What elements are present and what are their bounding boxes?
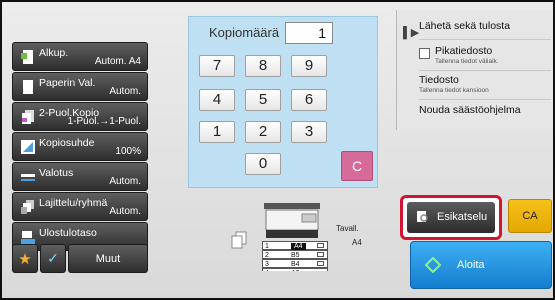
printer-icon [264, 203, 320, 238]
sidebar-item-label: Nouda säästöohjelma [419, 104, 521, 116]
sidebar-item-quick-file[interactable]: Pikatiedosto Tallenna tiedot väliaik. [419, 45, 551, 71]
sort-group-button[interactable]: Lajittelu/ryhmä Autom. [12, 192, 148, 221]
copy-ratio-icon [21, 140, 35, 154]
clear-key[interactable]: C [341, 151, 373, 181]
key-6[interactable]: 6 [291, 89, 327, 111]
tray-number: 4 [265, 270, 269, 271]
checkmark-icon[interactable]: ✓ [40, 244, 66, 273]
tray-number: 2 [265, 252, 269, 259]
duplex-copy-icon [22, 110, 34, 124]
copy-count-label: Kopiomäärä [209, 25, 280, 40]
copy-ratio-button[interactable]: Kopiosuhde 100% [12, 132, 148, 161]
tray-number: 3 [265, 261, 269, 268]
start-label: Aloita [457, 259, 485, 271]
tray-indicator [317, 252, 324, 257]
sidebar-item-label: Pikatiedosto [435, 45, 493, 57]
preview-highlight: Esikatselu [400, 195, 502, 240]
action-sidebar: ▌▶ Lähetä sekä tulosta Pikatiedosto Tall… [396, 10, 553, 130]
key-8[interactable]: 8 [245, 55, 281, 77]
tray-size: A4 [291, 243, 306, 250]
function-panel: Alkup. Autom. A4 Paperin Val. Autom. 2-P… [12, 42, 148, 252]
key-1[interactable]: 1 [199, 121, 235, 143]
quick-file-checkbox[interactable] [419, 48, 430, 59]
output-tray-label: Tavall. [336, 224, 359, 233]
function-name: Alkup. [39, 47, 69, 59]
original-button[interactable]: Alkup. Autom. A4 [12, 42, 148, 71]
function-name: Lajittelu/ryhmä [39, 197, 108, 209]
key-2[interactable]: 2 [245, 121, 281, 143]
tray-row[interactable]: 2 B5 [262, 250, 328, 259]
function-name: Ulostulotaso [39, 227, 97, 239]
tray-size: B5 [291, 252, 300, 259]
start-button[interactable]: Aloita [410, 241, 552, 289]
sort-group-icon [21, 200, 34, 214]
preview-icon [417, 211, 428, 222]
function-value: Autom. [109, 86, 141, 97]
sidebar-item-send-and-print[interactable]: Lähetä sekä tulosta [419, 20, 551, 40]
preview-button[interactable]: Esikatselu [407, 202, 495, 233]
start-icon [425, 257, 441, 273]
tray-indicator [317, 261, 324, 266]
sidebar-collapse-icon[interactable]: ▌▶ [403, 26, 419, 39]
key-9[interactable]: 9 [291, 55, 327, 77]
function-value: 100% [115, 146, 141, 157]
function-name: Paperin Val. [39, 77, 96, 89]
original-document-icon [21, 50, 33, 64]
bottom-bar: ★ ✓ Muut [12, 244, 148, 273]
favorite-star-icon[interactable]: ★ [12, 244, 38, 273]
tray-indicator [317, 243, 324, 248]
original-stack-icon [231, 231, 247, 249]
function-value: Autom. A4 [94, 56, 141, 67]
tray-size: B4 [291, 261, 300, 268]
key-5[interactable]: 5 [245, 89, 281, 111]
paper-select-button[interactable]: Paperin Val. Autom. [12, 72, 148, 101]
output-tray-icon [21, 231, 35, 244]
copy-count-field[interactable]: 1 [285, 22, 333, 44]
tray-size: A3 [291, 270, 300, 271]
sidebar-item-label: Tiedosto [419, 74, 459, 86]
sidebar-item-file[interactable]: Tiedosto Tallenna tiedot kansioon [419, 74, 551, 100]
tray-row[interactable]: 4 A3 [262, 268, 328, 271]
function-value: 1-Puol.→1-Puol. [67, 116, 141, 127]
key-3[interactable]: 3 [291, 121, 327, 143]
duplex-copy-button[interactable]: 2-Puol.Kopio 1-Puol.→1-Puol. [12, 102, 148, 131]
key-7[interactable]: 7 [199, 55, 235, 77]
preview-label: Esikatselu [437, 211, 488, 223]
function-value: Autom. [109, 176, 141, 187]
copy-screen: Alkup. Autom. A4 Paperin Val. Autom. 2-P… [0, 0, 555, 300]
function-name: Kopiosuhde [39, 137, 95, 149]
clear-all-button[interactable]: CA [508, 199, 552, 233]
key-0[interactable]: 0 [245, 153, 281, 175]
sidebar-item-sublabel: Tallenna tiedot kansioon [419, 87, 489, 94]
function-name: Valotus [39, 167, 74, 179]
copy-count-keypad: Kopiomäärä 1 7 8 9 4 5 6 1 2 3 0 C [188, 16, 378, 188]
tray-row[interactable]: 3 B4 [262, 259, 328, 268]
tray-row[interactable]: 1 A4 [262, 241, 328, 250]
function-value: Autom. [109, 206, 141, 217]
sidebar-item-recall-program[interactable]: Nouda säästöohjelma [419, 104, 551, 124]
exposure-button[interactable]: Valotus Autom. [12, 162, 148, 191]
tray-number: 1 [265, 243, 269, 250]
sidebar-item-sublabel: Tallenna tiedot väliaik. [435, 58, 499, 65]
key-4[interactable]: 4 [199, 89, 235, 111]
machine-image: 1 A4 2 B5 3 B4 4 A3 [262, 201, 328, 271]
output-paper-size: A4 [352, 238, 362, 247]
paper-select-icon [23, 80, 33, 94]
sidebar-item-label: Lähetä sekä tulosta [419, 20, 511, 32]
exposure-icon [21, 174, 35, 181]
more-button[interactable]: Muut [68, 244, 148, 273]
